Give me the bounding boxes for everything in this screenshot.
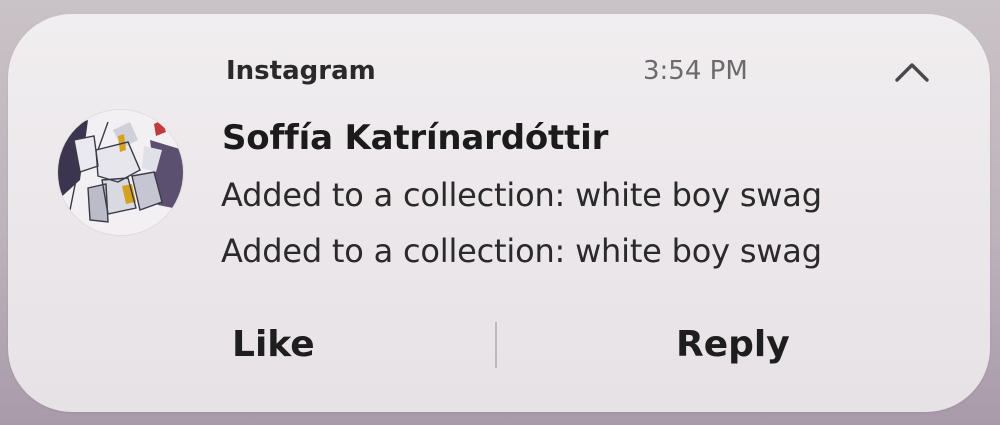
action-divider xyxy=(495,322,497,368)
message-line: Added to a collection: white boy swag xyxy=(221,176,822,214)
reply-button[interactable]: Reply xyxy=(676,324,790,365)
sender-name: Soffía Katrínardóttir xyxy=(222,118,609,158)
notification-card[interactable]: Instagram 3:54 PM Soffía Katrínardóttir … xyxy=(8,14,990,412)
robot-avatar-icon xyxy=(58,110,183,235)
app-name: Instagram xyxy=(226,56,376,86)
like-button[interactable]: Like xyxy=(232,324,315,365)
notification-time: 3:54 PM xyxy=(643,56,748,86)
chevron-up-icon[interactable] xyxy=(894,60,930,84)
avatar[interactable] xyxy=(58,110,183,235)
message-line: Added to a collection: white boy swag xyxy=(221,232,822,270)
